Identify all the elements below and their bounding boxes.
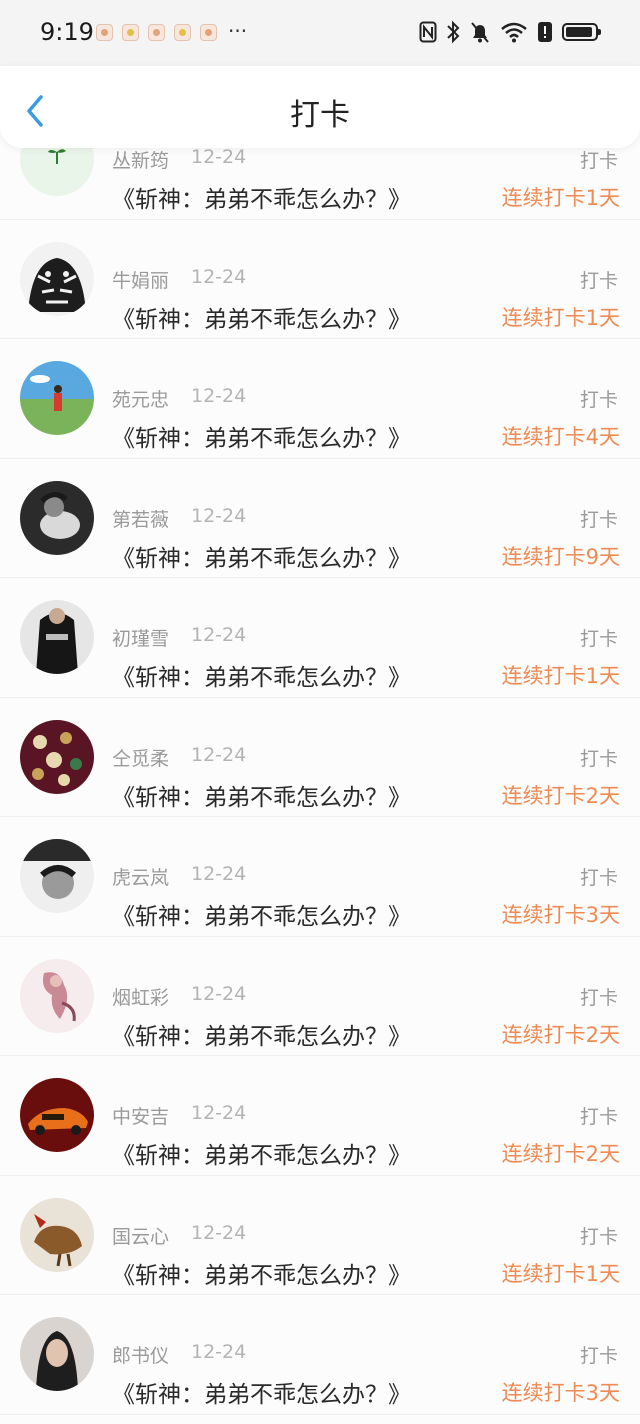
user-name: 仝觅柔 <box>112 747 170 770</box>
streak-text: 连续打卡3天 <box>501 1381 620 1405</box>
user-name: 烟虹彩 <box>112 986 170 1009</box>
status-time: 9:19 <box>40 18 94 46</box>
app-notification-icon <box>96 24 113 41</box>
book-title: 《斩神：弟弟不乖怎么办？》 <box>112 904 411 930</box>
checkin-date: 12-24 <box>191 1102 247 1124</box>
checkin-label: 打卡 <box>579 508 618 531</box>
checkin-label: 打卡 <box>579 628 618 650</box>
alert-icon <box>538 22 552 42</box>
checkin-label: 打卡 <box>579 747 618 770</box>
book-title: 《斩神：弟弟不乖怎么办？》 <box>112 1262 411 1289</box>
streak-text: 连续打卡3天 <box>501 903 620 927</box>
avatar <box>20 1317 94 1391</box>
book-title: 《斩神：弟弟不乖怎么办？》 <box>112 784 411 811</box>
user-name: 牛娟丽 <box>112 269 170 292</box>
checkin-date: 12-24 <box>191 1221 247 1244</box>
checkin-date: 12-24 <box>191 385 247 407</box>
list-item[interactable]: 虎云岚 12-24 《斩神：弟弟不乖怎么办？》 打卡 连续打卡3天 <box>0 817 640 937</box>
list-item[interactable]: 初瑾雪 12-24 《斩神：弟弟不乖怎么办？》 打卡 连续打卡1天 <box>0 578 640 698</box>
app-notification-icon <box>148 24 165 41</box>
notification-icons: ··· <box>96 19 248 43</box>
streak-text: 连续打卡1天 <box>501 305 620 330</box>
streak-text: 连续打卡2天 <box>501 783 620 808</box>
battery-icon <box>562 23 601 41</box>
user-name: 中安吉 <box>112 1106 170 1128</box>
checkin-label: 打卡 <box>579 150 618 172</box>
checkin-date: 12-24 <box>191 624 247 646</box>
mute-icon <box>471 22 489 43</box>
avatar <box>20 600 94 674</box>
user-name: 国云心 <box>112 1225 170 1248</box>
checkin-label: 打卡 <box>579 986 618 1009</box>
checkin-date: 12-24 <box>191 982 247 1005</box>
streak-text: 连续打卡4天 <box>501 425 620 449</box>
list-item[interactable]: 苑元忠 12-24 《斩神：弟弟不乖怎么办？》 打卡 连续打卡4天 <box>0 339 640 459</box>
checkin-date: 12-24 <box>191 146 247 168</box>
checkin-date: 12-24 <box>191 1341 247 1363</box>
user-name: 初瑾雪 <box>112 628 170 650</box>
book-title: 《斩神：弟弟不乖怎么办？》 <box>112 306 411 333</box>
checkin-date: 12-24 <box>191 863 247 885</box>
checkin-list: 丛新筠 12-24 《斩神：弟弟不乖怎么办？》 打卡 连续打卡1天 牛娟丽 12… <box>0 100 640 1415</box>
list-item[interactable]: 烟虹彩 12-24 《斩神：弟弟不乖怎么办？》 打卡 连续打卡2天 <box>0 937 640 1056</box>
avatar <box>20 719 94 794</box>
streak-text: 连续打卡1天 <box>501 186 620 210</box>
app-notification-icon <box>122 24 139 41</box>
avatar <box>20 1078 94 1152</box>
streak-text: 连续打卡9天 <box>501 544 620 569</box>
list-item[interactable]: 第若薇 12-24 《斩神：弟弟不乖怎么办？》 打卡 连续打卡9天 <box>0 459 640 578</box>
user-name: 苑元忠 <box>112 389 170 411</box>
list-item[interactable]: 郎书仪 12-24 《斩神：弟弟不乖怎么办？》 打卡 连续打卡3天 <box>0 1295 640 1415</box>
checkin-date: 12-24 <box>191 265 247 288</box>
avatar <box>20 480 94 555</box>
list-item[interactable]: 仝觅柔 12-24 《斩神：弟弟不乖怎么办？》 打卡 连续打卡2天 <box>0 698 640 817</box>
streak-text: 连续打卡1天 <box>501 1261 620 1286</box>
book-title: 《斩神：弟弟不乖怎么办？》 <box>112 1023 411 1050</box>
user-name: 丛新筠 <box>112 150 170 172</box>
streak-text: 连续打卡2天 <box>501 1142 620 1166</box>
book-title: 《斩神：弟弟不乖怎么办？》 <box>112 665 411 691</box>
book-title: 《斩神：弟弟不乖怎么办？》 <box>112 1143 411 1169</box>
book-title: 《斩神：弟弟不乖怎么办？》 <box>112 426 411 452</box>
app-notification-icon <box>200 24 217 41</box>
book-title: 《斩神：弟弟不乖怎么办？》 <box>112 1382 411 1408</box>
avatar <box>20 241 94 316</box>
list-item[interactable]: 牛娟丽 12-24 《斩神：弟弟不乖怎么办？》 打卡 连续打卡1天 <box>0 220 640 339</box>
streak-text: 连续打卡2天 <box>501 1022 620 1047</box>
app-notification-icon <box>174 24 191 41</box>
checkin-label: 打卡 <box>579 867 618 889</box>
wifi-icon <box>501 22 527 43</box>
book-title: 《斩神：弟弟不乖怎么办？》 <box>112 187 411 213</box>
status-bar: 9:19 ··· <box>0 0 640 66</box>
checkin-label: 打卡 <box>579 1345 618 1367</box>
list-item[interactable]: 国云心 12-24 《斩神：弟弟不乖怎么办？》 打卡 连续打卡1天 <box>0 1176 640 1295</box>
page-title: 打卡 <box>290 98 350 133</box>
checkin-label: 打卡 <box>579 1225 618 1248</box>
user-name: 虎云岚 <box>112 867 170 889</box>
system-icons <box>419 20 601 44</box>
streak-text: 连续打卡1天 <box>501 664 620 688</box>
nfc-icon <box>419 21 437 43</box>
checkin-label: 打卡 <box>579 1106 618 1128</box>
list-item[interactable]: 中安吉 12-24 《斩神：弟弟不乖怎么办？》 打卡 连续打卡2天 <box>0 1056 640 1176</box>
avatar <box>20 839 94 913</box>
checkin-label: 打卡 <box>579 269 618 292</box>
avatar <box>20 1197 94 1272</box>
avatar <box>20 958 94 1033</box>
checkin-date: 12-24 <box>191 504 247 527</box>
checkin-date: 12-24 <box>191 743 247 766</box>
more-notifications-icon: ··· <box>228 19 248 43</box>
bluetooth-icon <box>447 20 460 44</box>
user-name: 第若薇 <box>112 508 170 531</box>
user-name: 郎书仪 <box>112 1345 170 1367</box>
nav-bar: 打卡 <box>0 66 640 148</box>
checkin-label: 打卡 <box>579 389 618 411</box>
avatar <box>20 361 94 435</box>
book-title: 《斩神：弟弟不乖怎么办？》 <box>112 545 411 572</box>
